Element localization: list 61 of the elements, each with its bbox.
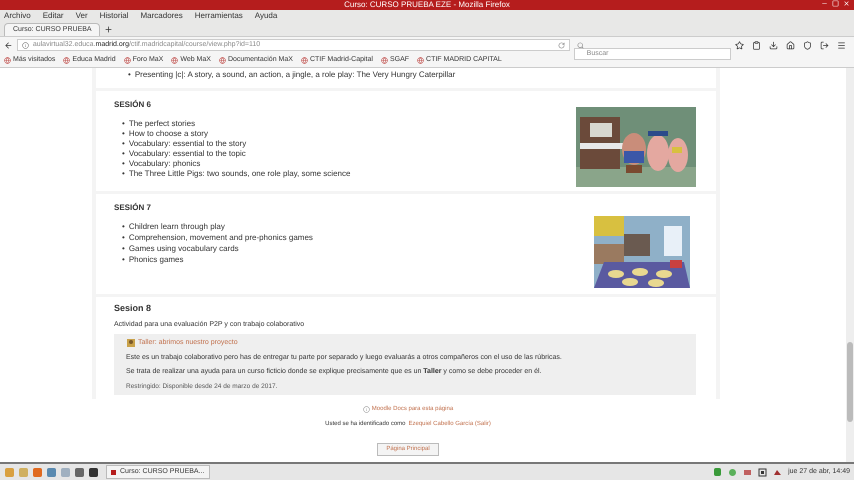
- globe-icon: [300, 56, 308, 64]
- info-icon: [362, 406, 370, 414]
- menu-item[interactable]: Editar: [42, 12, 64, 20]
- bullet: •: [122, 119, 125, 129]
- reload-icon[interactable]: [558, 42, 565, 48]
- list-item: Phonics games: [128, 255, 184, 265]
- globe-icon: [124, 56, 131, 64]
- menu-item[interactable]: Historial: [100, 12, 129, 20]
- globe-icon: [417, 56, 424, 64]
- bullet: •: [122, 139, 125, 149]
- globe-icon: [63, 56, 70, 64]
- section-title: SESIÓN 6: [114, 99, 152, 111]
- download-icon[interactable]: [769, 40, 778, 50]
- clipboard-icon[interactable]: [752, 40, 761, 50]
- bullet: •: [122, 233, 125, 243]
- maximize-icon[interactable]: [832, 0, 839, 7]
- list-item: The Three Little Pigs: two sounds, one role play, some science: [128, 169, 350, 179]
- menu-item[interactable]: Herramientas: [194, 12, 243, 20]
- bullet: •: [122, 159, 125, 169]
- list-item: Presenting |c|: A story, a sound, an action, a jingle, a role play: The Very Hungry Caterpillar: [134, 70, 456, 80]
- menu-item[interactable]: Marcadores: [140, 12, 183, 20]
- back-icon[interactable]: [4, 40, 13, 50]
- exit-icon[interactable]: [820, 40, 829, 50]
- list-item: Games using vocabulary cards: [128, 244, 239, 254]
- menu-icon[interactable]: [837, 40, 846, 50]
- bullet: •: [122, 149, 125, 159]
- list-item: Vocabulary: essential to the topic: [128, 149, 246, 159]
- globe-icon: [218, 56, 226, 64]
- bullet: •: [128, 70, 131, 80]
- list-item: Children learn through play: [128, 222, 225, 232]
- minimize-icon[interactable]: [821, 0, 828, 7]
- bullet: •: [122, 244, 125, 254]
- search-icon: [576, 42, 584, 48]
- shield-icon[interactable]: [803, 40, 812, 50]
- list-item: The perfect stories: [128, 119, 196, 129]
- section-title: Sesion 8: [114, 302, 152, 315]
- home-icon[interactable]: [786, 40, 795, 50]
- window-title: Curso: CURSO PRUEBA EZE - Mozilla Firefox: [344, 1, 510, 9]
- list-item: Vocabulary: phonics: [128, 159, 200, 169]
- list-item: Comprehension, movement and pre-phonics games: [128, 233, 313, 243]
- globe-icon: [380, 56, 388, 64]
- bookmark-star-icon[interactable]: [735, 40, 744, 50]
- bullet: •: [122, 129, 125, 139]
- bullet: •: [122, 222, 125, 232]
- new-tab-icon[interactable]: [104, 25, 113, 34]
- section-title: SESIÓN 7: [114, 202, 152, 214]
- list-item: How to choose a story: [128, 129, 208, 139]
- launcher-icon[interactable]: [74, 466, 85, 478]
- bullet: •: [122, 255, 125, 265]
- menu-item[interactable]: Ver: [76, 12, 88, 20]
- list-item: Vocabulary: essential to the story: [128, 139, 246, 149]
- scrollbar[interactable]: [846, 68, 854, 462]
- close-icon[interactable]: [843, 0, 850, 7]
- workshop-icon: [126, 338, 136, 348]
- bullet: •: [122, 169, 125, 179]
- menu-item[interactable]: Archivo: [4, 12, 31, 20]
- globe-icon: [171, 56, 178, 64]
- info-icon: [22, 42, 29, 48]
- globe-icon: [4, 56, 11, 64]
- launcher-icon[interactable]: [88, 466, 99, 478]
- menu-item[interactable]: Ayuda: [254, 12, 278, 20]
